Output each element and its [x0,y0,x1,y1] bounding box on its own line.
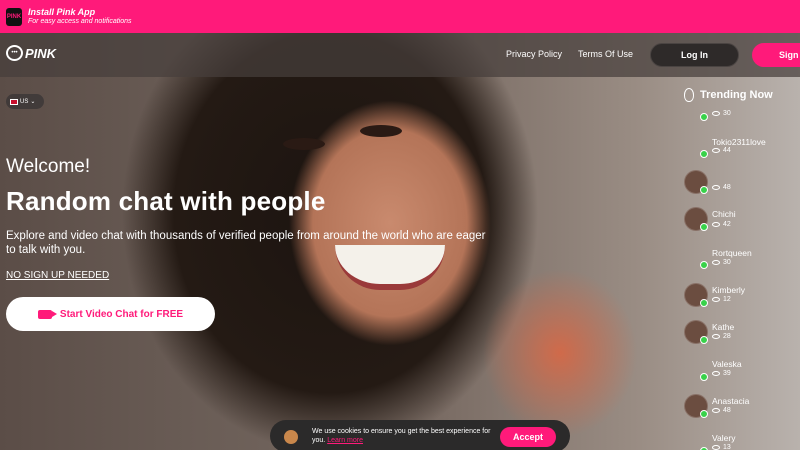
install-banner-title: Install Pink App [28,6,96,17]
language-code: US [20,98,29,105]
start-video-chat-button[interactable]: Start Video Chat for FREE [6,297,215,331]
page-title: Random chat with people [6,186,326,216]
eye-icon [712,371,720,376]
trending-item[interactable]: 48 [684,170,800,206]
trending-username: Rortqueen [712,248,752,258]
eye-icon [712,222,720,227]
logo-text: PINK [25,45,57,61]
pink-app-icon: PINK [6,7,22,26]
view-count: 48 [723,407,731,414]
trending-item[interactable]: Kathe 28 [684,320,800,356]
view-count: 44 [723,147,731,154]
trending-item[interactable]: Kimberly 12 [684,283,800,319]
install-app-banner[interactable]: PINK Install Pink App For easy access an… [0,0,800,33]
flame-icon [684,88,694,102]
pink-logo[interactable]: ••• PINK [6,45,56,61]
chat-bubble-icon: ••• [6,45,23,61]
eye-icon [712,185,720,190]
eye-icon [712,148,720,153]
cookie-icon [284,430,298,444]
uk-flag-icon [10,98,18,105]
eye-icon [712,445,720,450]
view-count: 13 [723,444,731,450]
online-status-icon [700,299,708,307]
signup-button[interactable]: Sign [752,43,800,67]
no-signup-link[interactable]: NO SIGN UP NEEDED [6,270,109,281]
cookie-consent-bar: We use cookies to ensure you get the bes… [270,420,570,450]
terms-of-use-link[interactable]: Terms Of Use [578,49,633,59]
login-button[interactable]: Log In [650,43,739,67]
trending-header: Trending Now [684,88,773,102]
trending-item[interactable]: Valeska 39 [684,357,800,393]
install-banner-subtitle: For easy access and notifications [28,17,132,25]
online-status-icon [700,410,708,418]
trending-item[interactable]: Anastacia 48 [684,394,800,430]
view-count: 48 [723,184,731,191]
trending-username: Valery [712,433,736,443]
learn-more-link[interactable]: Learn more [327,437,363,444]
online-status-icon [700,186,708,194]
trending-item[interactable]: Tokio2311love 44 [684,135,800,171]
view-count: 39 [723,370,731,377]
eye-icon [712,260,720,265]
trending-item[interactable]: Rortqueen 30 [684,246,800,282]
view-count: 12 [723,296,731,303]
online-status-icon [700,373,708,381]
trending-username: Kathe [712,322,735,332]
video-camera-icon [37,309,57,319]
trending-username: Anastacia [712,396,750,406]
online-status-icon [700,223,708,231]
eye-icon [712,408,720,413]
hero-eye-right [360,125,402,137]
online-status-icon [700,336,708,344]
hero-eye-left [283,138,325,150]
trending-title: Trending Now [700,89,773,101]
trending-username: Chichi [712,209,736,219]
online-status-icon [700,150,708,158]
trending-item[interactable]: Chichi 42 [684,207,800,243]
hero-description: Explore and video chat with thousands of… [6,230,486,256]
view-count: 30 [723,259,731,266]
trending-username: Valeska [712,359,742,369]
top-navigation: ••• PINK Privacy Policy Terms Of Use Log… [0,33,800,77]
language-selector[interactable]: US ⌄ [6,94,44,109]
welcome-heading: Welcome! [6,156,91,177]
eye-icon [712,111,720,116]
view-count: 30 [723,110,731,117]
eye-icon [712,297,720,302]
chevron-down-icon: ⌄ [30,99,36,105]
view-count: 28 [723,333,731,340]
accept-cookies-button[interactable]: Accept [500,427,556,447]
privacy-policy-link[interactable]: Privacy Policy [506,49,562,59]
online-status-icon [700,261,708,269]
trending-username: Kimberly [712,285,746,295]
trending-username: Tokio2311love [712,137,766,147]
trending-item[interactable]: Valery 13 [684,431,800,450]
cookie-message: We use cookies to ensure you get the bes… [312,427,492,445]
start-video-chat-label: Start Video Chat for FREE [59,308,184,320]
eye-icon [712,334,720,339]
online-status-icon [700,113,708,121]
view-count: 42 [723,221,731,228]
